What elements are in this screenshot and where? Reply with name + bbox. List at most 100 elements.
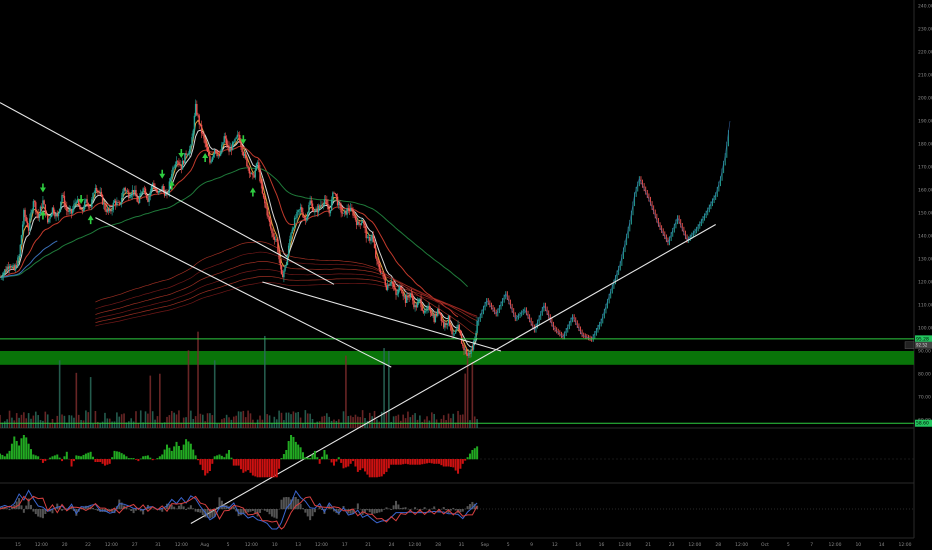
- candle-body: [62, 195, 64, 196]
- osc1-bar: [111, 457, 114, 460]
- candle-body: [45, 214, 48, 216]
- osc1-bar: [37, 456, 40, 460]
- candle-body: [74, 203, 76, 205]
- osc2-histogram-bar: [423, 507, 426, 510]
- time-tick-label: 15: [15, 542, 21, 548]
- volume-bar: [204, 421, 206, 428]
- time-tick-label: 12:00: [105, 542, 118, 548]
- osc1-bar: [282, 454, 285, 460]
- volume-bar: [68, 415, 70, 428]
- candle-body: [26, 221, 29, 227]
- volume-bar: [287, 412, 290, 428]
- candle-body: [395, 289, 397, 295]
- candle-body: [311, 203, 314, 211]
- candle-body: [265, 203, 267, 208]
- price-tick-label: 120.00: [918, 280, 932, 286]
- candle-body: [128, 191, 130, 199]
- osc1-bar: [194, 455, 197, 460]
- osc1-bar: [297, 444, 300, 460]
- volume-bar: [242, 410, 245, 428]
- candle-body: [258, 162, 260, 169]
- volume-bar: [292, 411, 295, 428]
- osc1-bar: [387, 459, 390, 469]
- candle-body: [29, 218, 31, 231]
- candle-body: [245, 153, 247, 159]
- volume-bar: [230, 419, 233, 428]
- volume-bar: [247, 410, 249, 428]
- volume-bar: [199, 413, 202, 428]
- candle-body: [112, 202, 115, 210]
- osc1-bar: [445, 459, 448, 467]
- volume-bar: [411, 414, 414, 428]
- osc1-bar: [364, 459, 366, 472]
- osc1-bar: [56, 454, 59, 460]
- osc1-bar: [380, 459, 383, 477]
- osc1-bar: [163, 449, 166, 460]
- candle-body: [4, 269, 6, 273]
- time-tick-label: 12:00: [245, 542, 258, 548]
- volume-bar: [264, 335, 266, 428]
- osc2-histogram-bar: [366, 509, 369, 511]
- osc1-bar: [273, 459, 276, 478]
- volume-bar: [132, 421, 135, 428]
- osc1-bar: [41, 459, 44, 463]
- osc1-bar: [211, 459, 214, 464]
- candle-body: [322, 204, 324, 206]
- candle-body: [126, 190, 129, 192]
- candle-body: [31, 209, 33, 213]
- candle-body: [423, 310, 426, 313]
- candle-body: [376, 257, 378, 261]
- time-tick-label: 5: [507, 542, 510, 548]
- candle-body: [76, 199, 79, 203]
- candle-body: [453, 333, 456, 335]
- osc2-histogram-bar: [368, 509, 371, 513]
- osc1-bar: [158, 456, 161, 460]
- candle-body: [18, 255, 20, 258]
- volume-bar: [442, 415, 445, 428]
- candle-body: [345, 210, 347, 215]
- volume-bar: [206, 413, 209, 428]
- osc2-histogram-bar: [330, 507, 333, 510]
- candle-body: [107, 208, 110, 212]
- osc2-histogram-bar: [263, 509, 266, 511]
- candle-body: [60, 201, 62, 209]
- osc1-bar: [125, 456, 128, 460]
- time-tick-label: 5: [227, 542, 230, 548]
- osc1-bar: [416, 459, 419, 465]
- candle-body: [109, 209, 111, 212]
- osc1-bar: [118, 451, 121, 460]
- osc2-histogram-bar: [390, 509, 393, 510]
- candle-body: [309, 200, 311, 206]
- candle-body: [463, 345, 465, 351]
- osc1-bar: [225, 453, 228, 460]
- osc1-bar: [106, 459, 109, 465]
- price-chart[interactable]: 240.00 230.00 220.00 210.00 200.00 190.00 180.…: [0, 0, 932, 550]
- candle-body: [129, 196, 131, 199]
- price-tick-label: 180.00: [918, 142, 932, 148]
- volume-bar: [149, 375, 152, 428]
- osc2-histogram-bar: [30, 504, 33, 510]
- osc1-bar: [399, 459, 402, 465]
- candle-body: [150, 185, 153, 192]
- candle-body: [254, 169, 256, 178]
- candle-body: [383, 273, 385, 280]
- volume-bar: [473, 416, 476, 428]
- candle-body: [303, 216, 305, 219]
- osc1-bar: [142, 456, 145, 460]
- time-tick-label: 31: [155, 542, 161, 548]
- candle-body: [385, 285, 388, 290]
- osc1-bar: [471, 450, 474, 460]
- candle-body: [365, 228, 367, 239]
- osc1-bar: [156, 458, 159, 460]
- candle-body: [475, 332, 477, 339]
- osc2-histogram-bar: [37, 509, 40, 517]
- osc1-bar: [449, 459, 452, 467]
- time-tick-label: 12:00: [828, 542, 841, 548]
- osc2-histogram-bar: [466, 506, 469, 510]
- candle-body: [441, 320, 444, 322]
- candle-body: [308, 205, 310, 213]
- time-tick-label: 27: [132, 542, 138, 548]
- volume-bar: [175, 414, 178, 428]
- candle-body: [210, 161, 212, 163]
- candle-body: [87, 203, 89, 207]
